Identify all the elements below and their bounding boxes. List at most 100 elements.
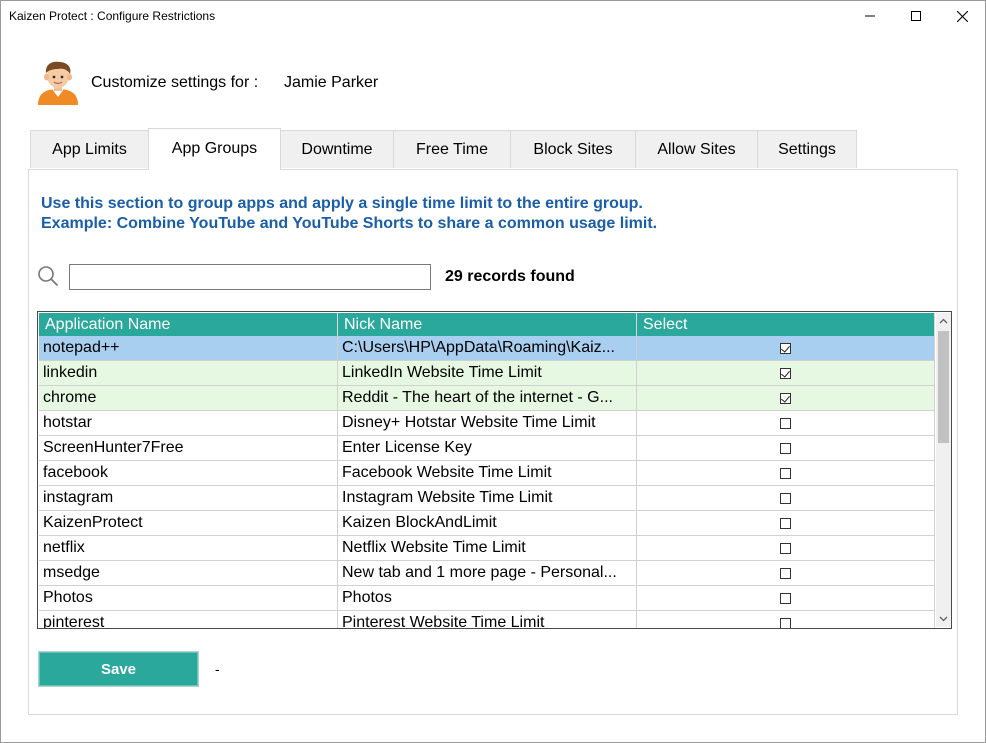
tab-label: Downtime	[301, 140, 373, 158]
table-row[interactable]: chrome Reddit - The heart of the internet…	[39, 386, 935, 411]
select-checkbox[interactable]	[780, 542, 791, 554]
cell-nick-name: Facebook Website Time Limit	[338, 461, 637, 485]
cell-select	[637, 586, 935, 610]
table-row[interactable]: hotstar Disney+ Hotstar Website Time Limi…	[39, 411, 935, 436]
tab-downtime[interactable]: Downtime	[280, 130, 394, 168]
cell-application-name: hotstar	[39, 411, 338, 435]
table-row[interactable]: ScreenHunter7Free Enter License Key	[39, 436, 935, 461]
select-checkbox[interactable]	[780, 367, 791, 379]
table-row[interactable]: linkedin LinkedIn Website Time Limit	[39, 361, 935, 386]
cell-nick-name: Instagram Website Time Limit	[338, 486, 637, 510]
column-header-nick-name[interactable]: Nick Name	[338, 313, 637, 336]
cell-application-name: notepad++	[39, 336, 338, 360]
select-checkbox[interactable]	[780, 617, 791, 628]
cell-nick-name: Netflix Website Time Limit	[338, 536, 637, 560]
table-row[interactable]: notepad++ C:\Users\HP\AppData\Roaming\Kai…	[39, 336, 935, 361]
vertical-scrollbar[interactable]	[936, 313, 951, 627]
user-avatar-icon	[38, 61, 78, 105]
cell-select	[637, 511, 935, 535]
cell-application-name: instagram	[39, 486, 338, 510]
cell-select	[637, 486, 935, 510]
cell-nick-name: Disney+ Hotstar Website Time Limit	[338, 411, 637, 435]
main-window: Kaizen Protect : Configure Restrictions …	[0, 0, 986, 743]
minimize-button[interactable]	[847, 1, 893, 31]
title-bar: Kaizen Protect : Configure Restrictions	[1, 1, 985, 31]
cell-nick-name: Kaizen BlockAndLimit	[338, 511, 637, 535]
cell-select	[637, 361, 935, 385]
select-checkbox[interactable]	[780, 567, 791, 579]
cell-application-name: ScreenHunter7Free	[39, 436, 338, 460]
column-header-select[interactable]: Select	[637, 313, 935, 336]
cell-application-name: msedge	[39, 561, 338, 585]
table-row[interactable]: Photos Photos	[39, 586, 935, 611]
select-checkbox[interactable]	[780, 442, 791, 454]
cell-application-name: linkedin	[39, 361, 338, 385]
select-checkbox[interactable]	[780, 417, 791, 429]
cell-nick-name: Enter License Key	[338, 436, 637, 460]
cell-nick-name: C:\Users\HP\AppData\Roaming\Kaiz...	[338, 336, 637, 360]
cell-nick-name: Photos	[338, 586, 637, 610]
tab-label: Block Sites	[533, 140, 613, 158]
cell-application-name: netflix	[39, 536, 338, 560]
table-row[interactable]: pinterest Pinterest Website Time Limit	[39, 611, 935, 628]
cell-application-name: pinterest	[39, 611, 338, 628]
save-button[interactable]: Save	[38, 651, 199, 687]
info-line-2: Example: Combine YouTube and YouTube Sho…	[41, 215, 658, 232]
scroll-up-button[interactable]	[936, 313, 951, 329]
cell-select	[637, 386, 935, 410]
cell-select	[637, 536, 935, 560]
maximize-icon	[911, 11, 921, 21]
apps-grid: Application Name Nick Name Select notepa…	[37, 311, 952, 629]
close-icon	[956, 10, 968, 22]
grid-header: Application Name Nick Name Select	[39, 313, 935, 336]
cell-select	[637, 336, 935, 360]
cell-select	[637, 461, 935, 485]
select-checkbox[interactable]	[780, 342, 791, 354]
minimize-icon	[865, 15, 875, 17]
select-checkbox[interactable]	[780, 392, 791, 404]
maximize-button[interactable]	[893, 1, 939, 31]
table-row[interactable]: instagram Instagram Website Time Limit	[39, 486, 935, 511]
tab-label: App Groups	[171, 140, 258, 157]
window-title: Kaizen Protect : Configure Restrictions	[9, 9, 216, 23]
tab-label: App Limits	[52, 140, 127, 158]
table-row[interactable]: netflix Netflix Website Time Limit	[39, 536, 935, 561]
scroll-down-button[interactable]	[936, 611, 951, 627]
cell-application-name: Photos	[39, 586, 338, 610]
search-icon	[38, 266, 58, 286]
tab-label: Settings	[778, 140, 836, 158]
info-line-1: Use this section to group apps and apply…	[41, 195, 643, 212]
customize-label: Customize settings for :	[91, 74, 259, 91]
table-row[interactable]: facebook Facebook Website Time Limit	[39, 461, 935, 486]
chevron-up-icon	[939, 318, 948, 324]
cell-nick-name: Reddit - The heart of the internet - G..…	[338, 386, 637, 410]
cell-select	[637, 561, 935, 585]
tab-settings[interactable]: Settings	[757, 130, 857, 168]
tab-app-limits[interactable]: App Limits	[30, 130, 149, 168]
cell-select	[637, 436, 935, 460]
grid-rows: notepad++ C:\Users\HP\AppData\Roaming\Kai…	[39, 336, 935, 628]
search-input[interactable]	[69, 264, 431, 290]
select-checkbox[interactable]	[780, 492, 791, 504]
cell-application-name: KaizenProtect	[39, 511, 338, 535]
cell-select	[637, 611, 935, 628]
table-row[interactable]: msedge New tab and 1 more page - Personal…	[39, 561, 935, 586]
table-row[interactable]: KaizenProtect Kaizen BlockAndLimit	[39, 511, 935, 536]
tab-block-sites[interactable]: Block Sites	[510, 130, 636, 168]
records-count: 29 records found	[445, 268, 575, 285]
tab-allow-sites[interactable]: Allow Sites	[635, 130, 758, 168]
close-button[interactable]	[939, 1, 985, 31]
user-name: Jamie Parker	[284, 74, 379, 91]
cell-application-name: chrome	[39, 386, 338, 410]
cell-select	[637, 411, 935, 435]
cell-nick-name: Pinterest Website Time Limit	[338, 611, 637, 628]
cell-nick-name: New tab and 1 more page - Personal...	[338, 561, 637, 585]
cell-nick-name: LinkedIn Website Time Limit	[338, 361, 637, 385]
scroll-thumb[interactable]	[938, 331, 949, 443]
select-checkbox[interactable]	[780, 517, 791, 529]
column-header-application-name[interactable]: Application Name	[39, 313, 338, 336]
select-checkbox[interactable]	[780, 592, 791, 604]
tab-free-time[interactable]: Free Time	[393, 130, 511, 168]
tab-app-groups[interactable]: App Groups	[148, 128, 281, 170]
select-checkbox[interactable]	[780, 467, 791, 479]
